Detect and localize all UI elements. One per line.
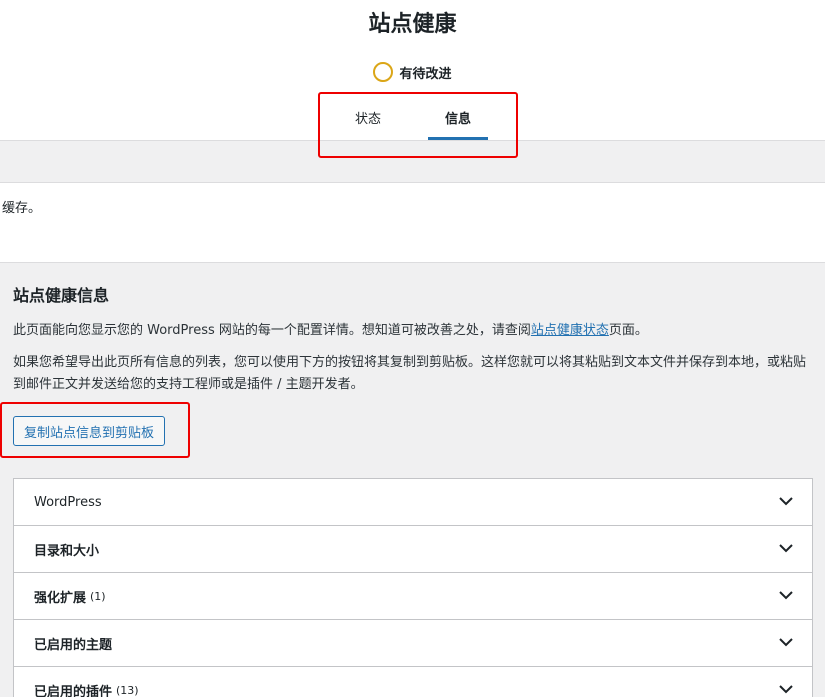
site-health-status-link[interactable]: 站点健康状态 [531, 323, 609, 338]
section-title: 站点健康信息 [13, 286, 110, 305]
chevron-down-icon [779, 638, 793, 647]
chevron-down-icon [779, 685, 793, 694]
description-suffix: 页面。 [608, 323, 648, 338]
chevron-down-icon [779, 591, 793, 600]
description-prefix: 此页面能向您显示您的 WordPress 网站的每一个配置详情。想知道可被改善之… [13, 323, 531, 338]
accordion-label: WordPress [34, 494, 102, 510]
accordion-count: (13) [116, 683, 139, 697]
accordion-item-wordpress[interactable]: WordPress [14, 479, 812, 526]
accordion-item-directories[interactable]: 目录和大小 [14, 526, 812, 573]
page-title: 站点健康 [368, 12, 457, 37]
page-header: 站点健康 有待改进 状态 信息 [0, 0, 825, 141]
accordion-label: 强化扩展 [34, 590, 87, 606]
accordion-item-extensions[interactable]: 强化扩展 (1) [14, 573, 812, 620]
chevron-down-icon [779, 497, 793, 506]
notice-panel: 缓存。 [0, 182, 825, 263]
status-text: 有待改进 [399, 66, 452, 82]
status-circle-icon [373, 62, 394, 82]
health-status: 有待改进 [0, 62, 825, 82]
accordion-item-active-plugins[interactable]: 已启用的插件 (13) [14, 667, 812, 697]
notice-text: 缓存。 [2, 201, 42, 216]
accordion-label: 已启用的主题 [34, 637, 113, 653]
export-paragraph: 如果您希望导出此页所有信息的列表，您可以使用下方的按钮将其复制到剪贴板。这样您就… [13, 355, 807, 392]
tab-info[interactable]: 信息 [428, 96, 488, 140]
description-paragraph: 此页面能向您显示您的 WordPress 网站的每一个配置详情。想知道可被改善之… [13, 320, 813, 342]
tab-status[interactable]: 状态 [338, 96, 398, 140]
tab-bar: 状态 信息 [0, 96, 825, 140]
accordion-label: 已启用的插件 [34, 684, 113, 697]
accordion-label: 目录和大小 [34, 543, 100, 559]
accordion-count: (1) [90, 589, 106, 603]
info-accordion: WordPress 目录和大小 强化扩展 (1) 已启用的主题 已启用的插件 (… [13, 478, 813, 697]
copy-site-info-button[interactable]: 复制站点信息到剪贴板 [13, 416, 165, 446]
chevron-down-icon [779, 544, 793, 553]
accordion-item-active-theme[interactable]: 已启用的主题 [14, 620, 812, 667]
